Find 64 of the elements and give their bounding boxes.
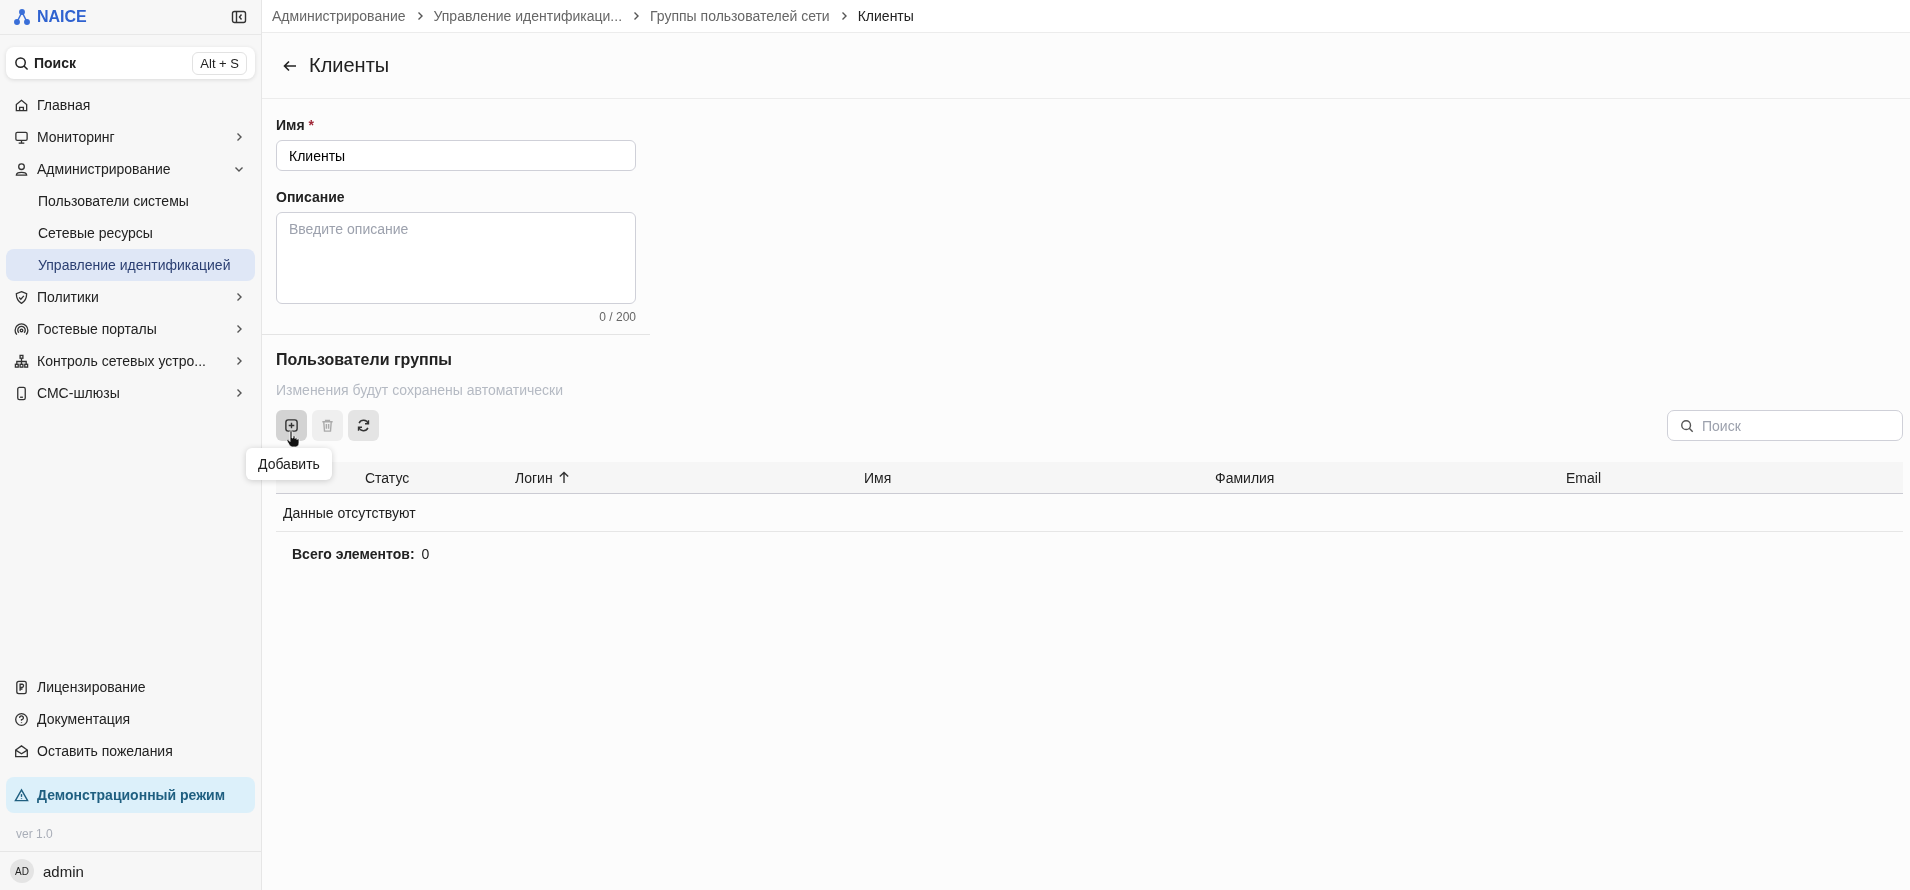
demo-mode-label: Демонстрационный режим — [37, 787, 226, 803]
network-tree-icon — [14, 353, 29, 369]
character-counter: 0 / 200 — [599, 310, 636, 324]
app-logo: NAICE — [37, 8, 87, 26]
empty-table-message: Данные отсутствуют — [283, 504, 416, 521]
submenu-item[interactable]: Пользователи системы — [6, 185, 255, 217]
search-icon — [14, 55, 29, 71]
refresh-icon — [356, 418, 371, 433]
column-header[interactable]: Логин — [503, 462, 852, 493]
nav-item[interactable]: Политики — [0, 281, 261, 313]
user-name: admin — [43, 862, 84, 880]
nav-item[interactable]: СМС-шлюзы — [0, 377, 261, 409]
breadcrumb-link[interactable]: Администрирование — [272, 8, 406, 24]
logo-icon — [14, 9, 30, 25]
total-count: 0 — [421, 546, 430, 562]
help-icon — [14, 711, 29, 727]
person-icon — [14, 161, 29, 177]
search-field[interactable]: Поиск — [1667, 410, 1903, 441]
nav-item[interactable]: Мониторинг — [0, 121, 261, 153]
submenu-item[interactable]: Управление идентификацией — [6, 249, 255, 281]
document-icon — [14, 679, 29, 695]
collapse-sidebar-icon[interactable] — [231, 9, 247, 25]
plus-square-icon — [284, 418, 299, 433]
field-label: Имя — [276, 117, 305, 133]
field-label: Описание — [276, 189, 346, 205]
column-header[interactable]: Статус — [353, 462, 503, 493]
column-header[interactable]: Фамилия — [1203, 462, 1554, 493]
submenu-item[interactable]: Сетевые ресурсы — [6, 217, 255, 249]
search-button[interactable]: Поиск Alt + S — [6, 47, 255, 79]
phone-icon — [14, 385, 29, 401]
home-icon — [14, 97, 29, 113]
monitor-icon — [14, 129, 29, 145]
page-title: Клиенты — [309, 54, 390, 77]
warning-icon — [14, 787, 29, 803]
column-header[interactable]: Email — [1554, 462, 1903, 493]
autosave-note: Изменения будут сохранены автоматически — [276, 382, 565, 398]
name-field[interactable]: Клиенты — [276, 140, 636, 171]
tooltip: Добавить — [246, 448, 332, 480]
add-button[interactable] — [276, 410, 307, 441]
nav-item[interactable]: Главная — [0, 89, 261, 121]
trash-icon — [320, 418, 335, 433]
nav-item[interactable]: Гостевые порталы — [0, 313, 261, 345]
nav-item[interactable]: Контроль сетевых устро... — [0, 345, 261, 377]
hand-cursor-icon — [286, 430, 300, 448]
nav-item[interactable]: Документация — [0, 703, 261, 735]
required-mark: * — [308, 117, 315, 133]
description-field[interactable]: Введите описание — [276, 212, 636, 304]
nav-item[interactable]: Администрирование — [0, 153, 261, 185]
broadcast-icon — [14, 321, 29, 337]
total-label: Всего элементов: — [292, 546, 415, 562]
envelope-icon — [14, 743, 29, 759]
section-title: Пользователи группы — [276, 351, 454, 369]
breadcrumb-link[interactable]: Управление идентификаци... — [433, 8, 623, 24]
search-label: Поиск — [34, 55, 76, 71]
version-label: ver 1.0 — [15, 826, 54, 843]
search-icon — [1680, 419, 1694, 433]
shortcut-hint: Alt + S — [192, 51, 247, 75]
column-header[interactable]: Имя — [852, 462, 1203, 493]
shield-check-icon — [14, 289, 29, 305]
nav-item[interactable]: Оставить пожелания — [0, 735, 261, 767]
user-avatar[interactable]: AD — [10, 859, 34, 883]
nav-item[interactable]: Лицензирование — [0, 671, 261, 703]
refresh-button[interactable] — [348, 410, 379, 441]
breadcrumb-link[interactable]: Группы пользователей сети — [650, 8, 830, 24]
